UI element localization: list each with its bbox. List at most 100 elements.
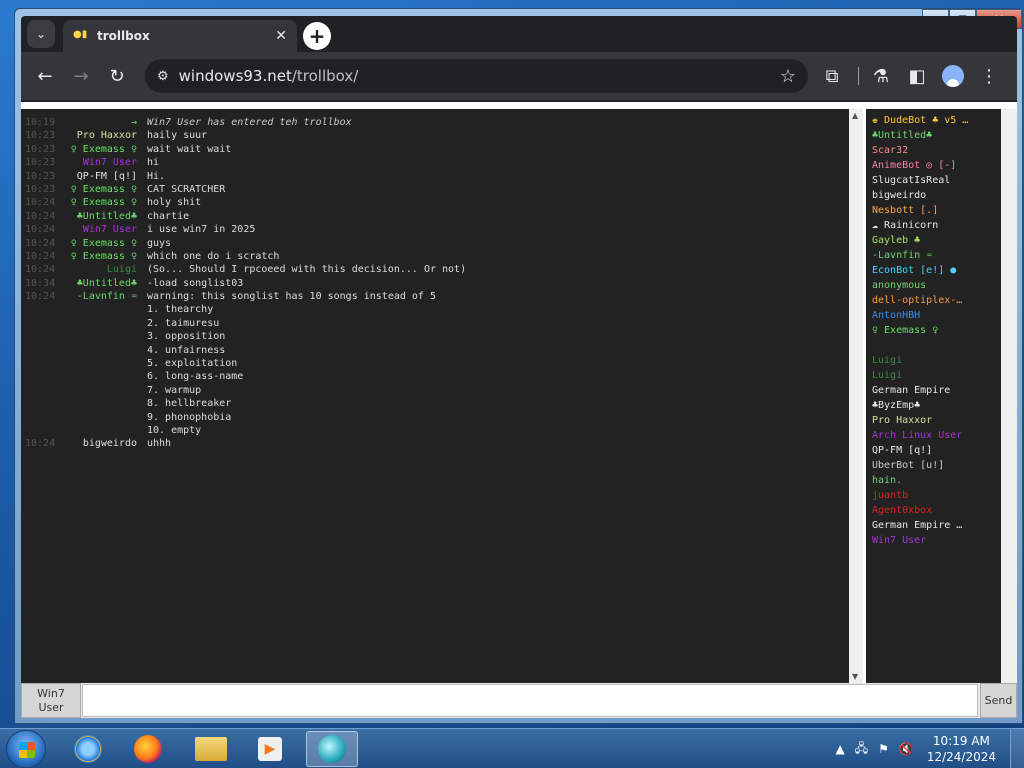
user-list-item[interactable]: ♀ Exemass ♀ [872,323,1001,338]
bookmark-star-icon[interactable]: ☆ [780,66,796,87]
internet-explorer-icon[interactable] [62,731,114,767]
user-list-item[interactable]: EconBot [e!] ● [872,263,1001,278]
user-list-item[interactable]: Agent0xbox [872,503,1001,518]
message-nick[interactable] [57,384,147,397]
message-nick[interactable]: QP-FM [q!] [57,170,147,183]
message-time [21,303,57,316]
user-list-item[interactable]: anonymous [872,278,1001,293]
user-list-item[interactable]: Luigi [872,353,1001,368]
action-center-flag-icon[interactable]: ⚑ [878,742,889,756]
side-panel-icon[interactable]: ◧ [901,60,933,92]
forward-button[interactable]: → [65,60,97,92]
tray-expand-icon[interactable]: ▲ [835,742,844,756]
user-list-item[interactable]: SlugcatIsReal [872,173,1001,188]
user-list-item[interactable]: bigweirdo [872,188,1001,203]
user-list-item[interactable]: Pro Haxxor [872,413,1001,428]
user-list-item[interactable]: UberBot [u!] [872,458,1001,473]
message-nick[interactable] [57,411,147,424]
message-nick[interactable]: ♀ Exemass ♀ [57,183,147,196]
site-info-icon[interactable]: ⚙ [157,69,169,84]
taskbar: ▶ ▲ 🖧 ⚑ 🔇 10:19 AM 12/24/2024 [0,728,1024,768]
user-list-item[interactable]: Gayleb ♣ [872,233,1001,248]
message-nick[interactable]: ♣Untitled♣ [57,277,147,290]
new-tab-button[interactable]: + [303,22,331,50]
user-list-item[interactable]: Arch Linux User [872,428,1001,443]
firefox-icon[interactable] [122,731,174,767]
user-list-item[interactable]: ♣ByzEmp♣ [872,398,1001,413]
show-desktop-button[interactable] [1010,729,1024,768]
user-list-item[interactable]: Win7 User [872,533,1001,548]
user-list-item[interactable]: German Empire [872,383,1001,398]
browser-window: ▁ ▢ ✕ ⌄ ●▮ trollbox ✕ + ← → ↻ ⚙ windows9… [14,8,1023,724]
profile-button[interactable] [937,60,969,92]
message-nick[interactable]: ♀ Exemass ♀ [57,237,147,250]
message-time: 10:23 [25,157,56,169]
user-list-item[interactable]: ☁ Rainicorn [872,218,1001,233]
user-list-item[interactable]: German Empire … [872,518,1001,533]
chat-input[interactable] [82,684,978,717]
chat-log[interactable]: 10:19 → Win7 User has entered teh trollbox… [21,109,863,683]
message-nick[interactable]: Pro Haxxor [57,129,147,142]
message-nick[interactable]: ♀ Exemass ♀ [57,143,147,156]
message-nick[interactable] [57,344,147,357]
userlist-scrollbar[interactable] [1001,109,1017,683]
message-text: Win7 User has entered teh trollbox [147,117,352,128]
user-list-item[interactable]: hain. [872,473,1001,488]
message-nick[interactable]: bigweirdo [57,437,147,450]
nickname-button[interactable]: Win7 User [21,683,81,718]
message-nick[interactable]: ♣Untitled♣ [57,210,147,223]
menu-kebab-icon[interactable]: ⋮ [973,60,1005,92]
message-nick[interactable] [57,424,147,437]
message-nick[interactable] [57,357,147,370]
message-time: 10:24 [25,224,56,236]
url-text[interactable]: windows93.net/trollbox/ [179,67,780,85]
user-list-item[interactable]: ♚ DudeBot ♣ v5 … [872,113,1001,128]
clock[interactable]: 10:19 AM 12/24/2024 [927,733,996,765]
message-time [21,411,57,424]
close-tab-icon[interactable]: ✕ [275,28,287,44]
user-list-item[interactable]: Nesbott [.] [872,203,1001,218]
start-button[interactable] [6,730,46,768]
message-nick[interactable]: ♀ Exemass ♀ [57,196,147,209]
message-nick[interactable]: Win7 User [57,223,147,236]
browser-active-icon[interactable] [306,731,358,767]
user-list-item[interactable]: Scar32 [872,143,1001,158]
chat-message: 10:24 ♀ Exemass ♀ guys [21,237,863,250]
message-nick[interactable]: Luigi [57,263,147,276]
message-nick[interactable]: ♀ Exemass ♀ [57,250,147,263]
message-nick[interactable]: Win7 User [57,156,147,169]
network-icon[interactable]: 🖧 [855,739,868,760]
user-list-item[interactable] [872,338,1001,353]
file-explorer-icon[interactable] [185,731,237,767]
scroll-up-icon[interactable]: ▲ [852,111,858,120]
user-list-item[interactable]: AntonHBH [872,308,1001,323]
message-nick[interactable] [57,397,147,410]
user-list-item[interactable]: QP-FM [q!] [872,443,1001,458]
chat-scrollbar[interactable]: ▲ ▼ [849,109,863,683]
message-nick[interactable] [57,330,147,343]
scroll-down-icon[interactable]: ▼ [852,672,858,681]
message-nick[interactable] [57,303,147,316]
toolbar-divider [858,67,859,85]
message-nick[interactable] [57,370,147,383]
extensions-icon[interactable]: ⧉ [816,60,848,92]
user-list-item[interactable]: Luigi [872,368,1001,383]
labs-flask-icon[interactable]: ⚗ [865,60,897,92]
message-text: warning: this songlist has 10 songs inst… [147,291,436,303]
user-list-item[interactable]: dell-optiplex-… [872,293,1001,308]
address-bar[interactable]: ⚙ windows93.net/trollbox/ ☆ [145,59,808,93]
message-nick[interactable] [57,317,147,330]
media-player-icon[interactable]: ▶ [244,731,296,767]
user-list-item[interactable]: ♣Untitled♣ [872,128,1001,143]
user-list-item[interactable]: juantb [872,488,1001,503]
message-nick[interactable]: → [57,116,147,129]
volume-muted-icon[interactable]: 🔇 [899,742,914,756]
reload-button[interactable]: ↻ [101,60,133,92]
user-list-item[interactable]: AnimeBot ◎ [-] [872,158,1001,173]
back-button[interactable]: ← [29,60,61,92]
message-nick[interactable]: -Lavnfin ♒ [57,290,147,303]
send-button[interactable]: Send [980,683,1017,718]
tab-trollbox[interactable]: ●▮ trollbox ✕ [63,20,297,52]
tab-search-button[interactable]: ⌄ [27,20,55,48]
user-list-item[interactable]: -Lavnfin ♒ [872,248,1001,263]
